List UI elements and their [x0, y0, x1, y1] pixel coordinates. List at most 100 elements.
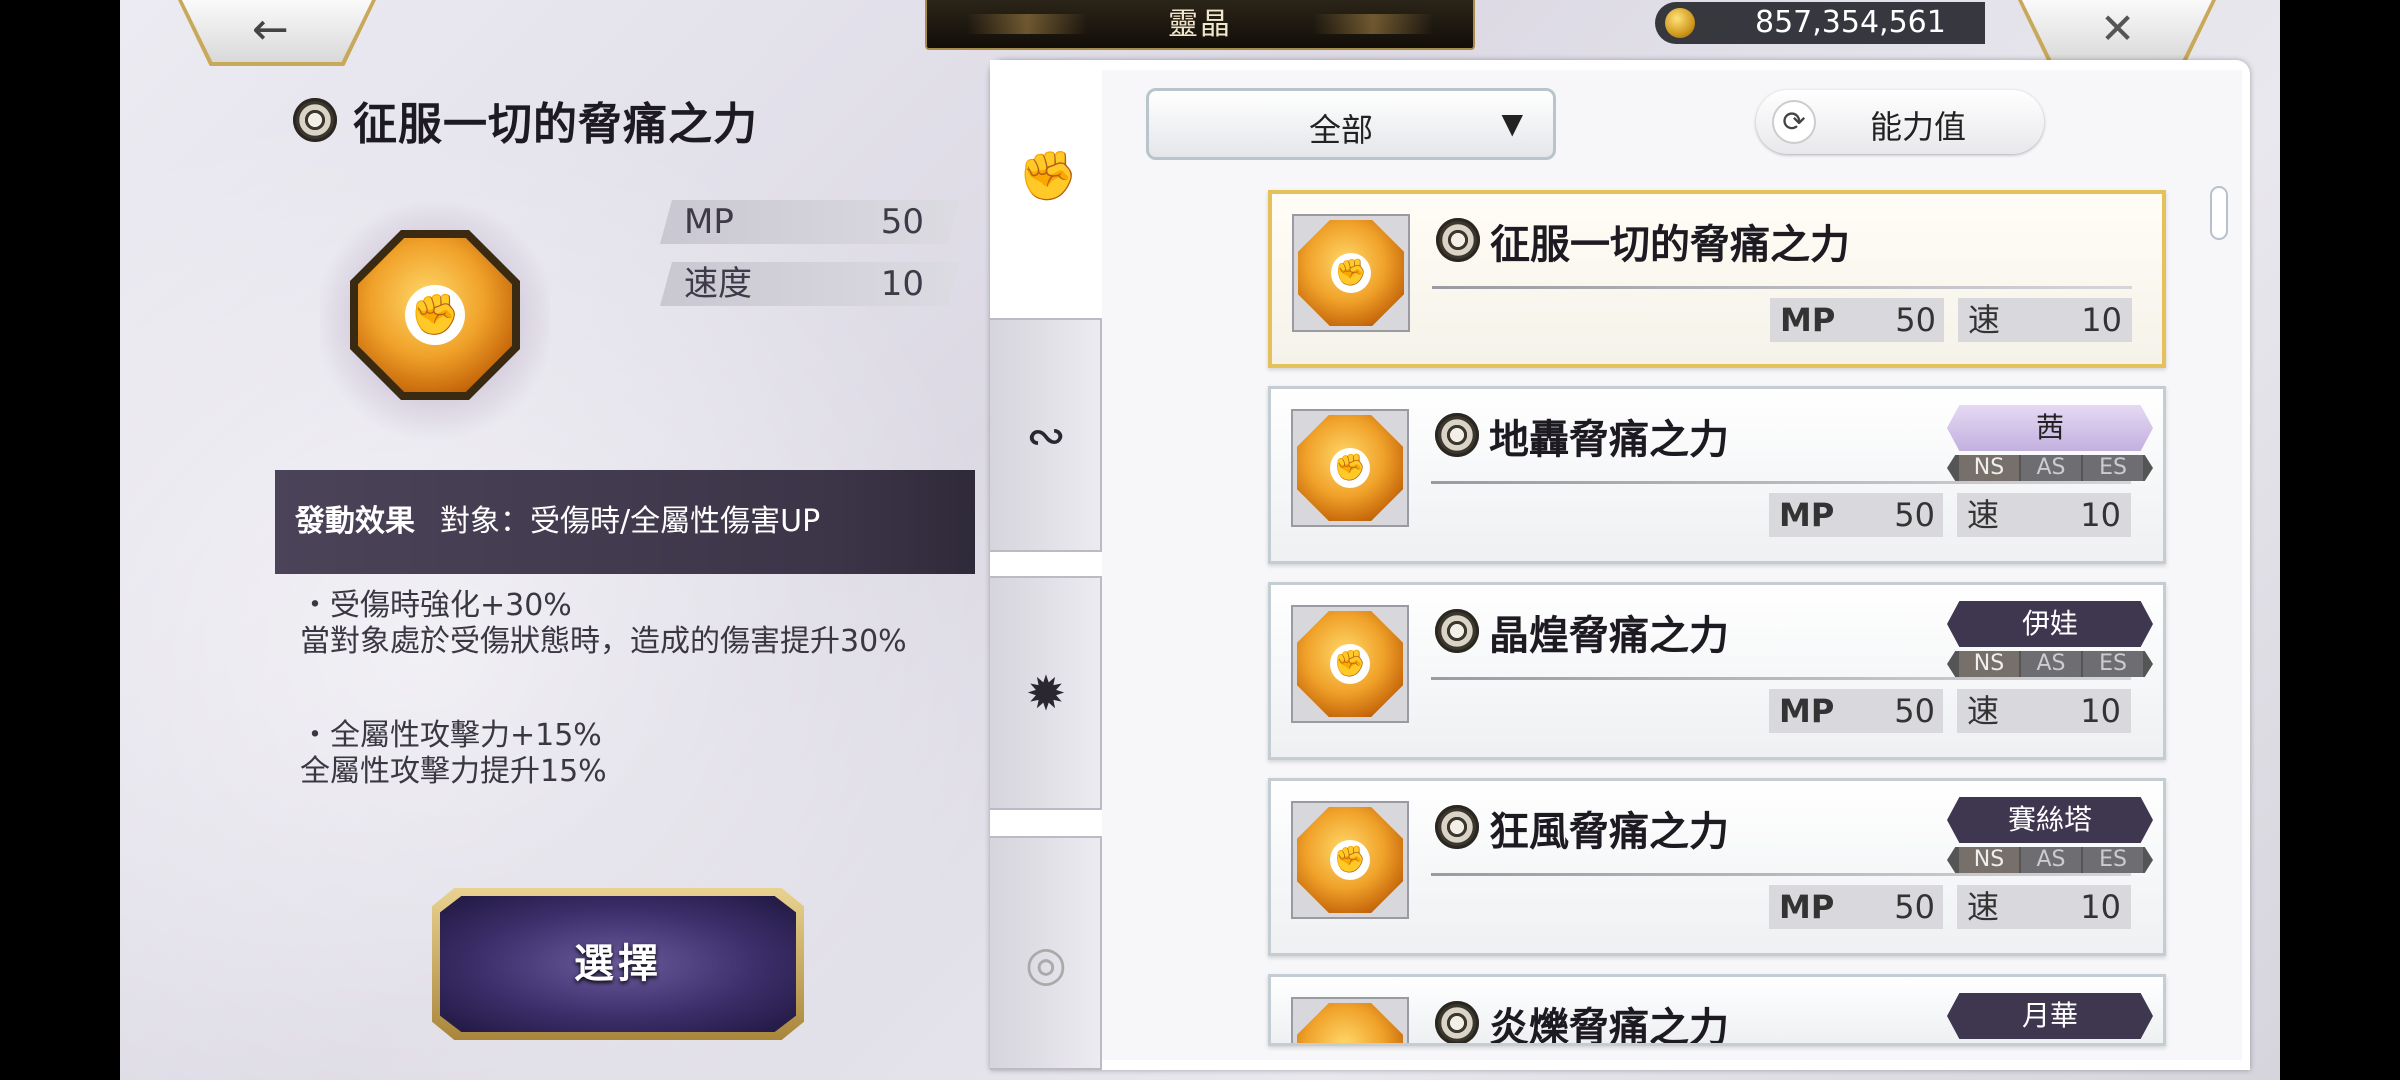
- crystal-name: 晶煌脅痛之力: [1489, 613, 1729, 659]
- character-badge: 茜: [1947, 405, 2153, 451]
- filter-dropdown[interactable]: 全部 ▼: [1146, 88, 1556, 160]
- effect-2-body: 全屬性攻擊力提升15%: [300, 754, 607, 789]
- effect-1-title: ・受傷時強化+30%: [300, 588, 572, 623]
- tab-star[interactable]: ✹: [990, 576, 1102, 810]
- crystal-thumb-gem: [1297, 1003, 1403, 1043]
- speed-label: 速: [1968, 301, 2001, 339]
- back-arrow-icon: ←: [252, 4, 289, 55]
- mp-stat: MP 50: [1770, 298, 1944, 342]
- star-tab-icon: ✹: [1025, 666, 1067, 722]
- style-ns: NS: [1959, 455, 2019, 481]
- crystal-thumbnail: ✊: [1291, 605, 1409, 723]
- effect-1-body: 當對象處於受傷狀態時，造成的傷害提升30%: [300, 624, 907, 659]
- divider: [1431, 873, 2131, 876]
- fist-tab-icon: ✊: [1018, 148, 1078, 204]
- list-item[interactable]: ✊ 征服一切的脅痛之力 MP 50 速 10: [1268, 190, 2166, 368]
- close-icon: ✕: [2100, 4, 2136, 53]
- crystal-type-icon: [1435, 413, 1479, 457]
- tab-fist[interactable]: ✊: [990, 60, 1102, 292]
- crystal-thumbnail: [1291, 997, 1409, 1043]
- crystal-thumbnail: ✊: [1291, 801, 1409, 919]
- mp-value: 50: [1894, 692, 1935, 730]
- crystal-type-icon: [1435, 805, 1479, 849]
- mp-stat: MP 50: [1769, 885, 1943, 929]
- style-ns: NS: [1959, 847, 2019, 873]
- style-es: ES: [2083, 847, 2143, 873]
- crystal-name: 地轟脅痛之力: [1489, 417, 1729, 463]
- style-as: AS: [2021, 455, 2081, 481]
- speed-stat: 速 10: [1958, 298, 2132, 342]
- mp-label: MP: [1779, 496, 1835, 534]
- close-button[interactable]: ✕: [2022, 0, 2212, 62]
- character-badge: 賽絲塔: [1947, 797, 2153, 843]
- back-button[interactable]: ←: [182, 0, 372, 62]
- character-badge: 月華: [1947, 993, 2153, 1039]
- category-tabs: ✊ ∾ ✹ ◎: [990, 60, 1102, 1070]
- style-badges: NS AS ES: [1947, 847, 2153, 873]
- speed-stat: 速 10: [1957, 885, 2131, 929]
- mp-value: 50: [1894, 496, 1935, 534]
- effect-header: 發動效果 對象：受傷時/全屬性傷害UP: [275, 470, 975, 574]
- tab-spiral[interactable]: ◎: [990, 836, 1102, 1070]
- style-badges: NS AS ES: [1947, 651, 2153, 677]
- crystal-thumbnail: ✊: [1291, 409, 1409, 527]
- style-ns: NS: [1959, 651, 2019, 677]
- effect-heading: 發動效果: [295, 504, 415, 539]
- style-as: AS: [2021, 847, 2081, 873]
- divider: [1432, 286, 2132, 289]
- spiral-tab-icon: ◎: [1025, 936, 1067, 992]
- mp-value: 50: [880, 202, 924, 242]
- currency-display: 857,354,561: [1655, 2, 1985, 44]
- mp-label: MP: [684, 202, 734, 242]
- fist-icon: ✊: [1330, 448, 1370, 488]
- speed-value: 10: [2080, 888, 2121, 926]
- speed-value: 10: [2080, 692, 2121, 730]
- speed-label: 速度: [684, 264, 752, 304]
- style-as: AS: [2021, 651, 2081, 677]
- crystal-type-icon: [1435, 1001, 1479, 1043]
- page-title: 靈晶: [925, 0, 1475, 50]
- crystal-type-icon: [1435, 609, 1479, 653]
- mp-stat: MP 50: [660, 200, 960, 244]
- speed-stat: 速 10: [1957, 689, 2131, 733]
- speed-value: 10: [2081, 301, 2122, 339]
- sort-label: 能力值: [1870, 108, 1967, 146]
- list-item[interactable]: ✊ 狂風脅痛之力 賽絲塔 NS AS ES MP 50 速 10: [1268, 778, 2166, 956]
- refresh-icon: ⟳: [1772, 100, 1816, 144]
- effect-target: 對象：受傷時/全屬性傷害UP: [440, 504, 821, 539]
- list-item[interactable]: ✊ 地轟脅痛之力 茜 NS AS ES MP 50 速 10: [1268, 386, 2166, 564]
- fist-icon: ✊: [1331, 253, 1371, 293]
- style-es: ES: [2083, 651, 2143, 677]
- fist-icon: ✊: [405, 285, 465, 345]
- speed-label: 速: [1967, 692, 2000, 730]
- crystal-name: 炎爍脅痛之力: [1489, 1005, 1729, 1046]
- style-badges: NS AS ES: [1947, 455, 2153, 481]
- effect-1: ・受傷時強化+30% 當對象處於受傷狀態時，造成的傷害提升30%: [300, 588, 920, 660]
- crystal-name: 征服一切的脅痛之力: [1490, 222, 1850, 268]
- list-item[interactable]: ✊ 晶煌脅痛之力 伊娃 NS AS ES MP 50 速 10: [1268, 582, 2166, 760]
- divider: [1431, 677, 2131, 680]
- chevron-down-icon: ▼: [1501, 107, 1523, 140]
- speed-label: 速: [1967, 496, 2000, 534]
- coin-amount: 857,354,561: [1755, 5, 1946, 40]
- mp-label: MP: [1779, 692, 1835, 730]
- style-es: ES: [2083, 455, 2143, 481]
- crystal-name: 狂風脅痛之力: [1489, 809, 1729, 855]
- character-badge: 伊娃: [1947, 601, 2153, 647]
- select-button[interactable]: 選擇: [440, 896, 796, 1032]
- crystal-large-image: ✊: [320, 190, 550, 450]
- fist-icon: ✊: [1330, 840, 1370, 880]
- sort-button[interactable]: ⟳ 能力值: [1756, 90, 2044, 154]
- mp-stat: MP 50: [1769, 689, 1943, 733]
- tab-swirl[interactable]: ∾: [990, 318, 1102, 552]
- game-screen: ← 靈晶 857,354,561 ✕ 征服一切的脅痛之力 ✊ MP 50 速度 …: [120, 0, 2280, 1080]
- list-item[interactable]: 炎爍脅痛之力 月華: [1268, 974, 2166, 1046]
- crystal-type-icon: [293, 98, 337, 142]
- crystal-type-icon: [1436, 218, 1480, 262]
- list-scrollbar[interactable]: [2210, 186, 2228, 240]
- mp-value: 50: [1894, 888, 1935, 926]
- swirl-tab-icon: ∾: [1025, 408, 1067, 464]
- mp-label: MP: [1779, 888, 1835, 926]
- speed-label: 速: [1967, 888, 2000, 926]
- effect-2: ・全屬性攻擊力+15% 全屬性攻擊力提升15%: [300, 718, 920, 790]
